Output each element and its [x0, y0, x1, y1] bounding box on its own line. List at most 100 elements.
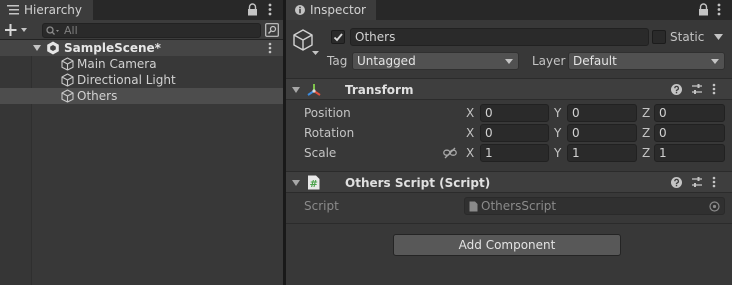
hierarchy-panel: Hierarchy All SampleScene* Main Camera D…: [0, 0, 283, 285]
script-value: OthersScript: [481, 199, 557, 213]
gameobject-cube-icon: [61, 73, 74, 87]
hierarchy-tab-menu-icon[interactable]: [268, 3, 281, 17]
position-y-label: Y: [554, 106, 562, 120]
scale-z-label: Z: [642, 146, 651, 160]
hierarchy-item-label: Main Camera: [77, 57, 157, 71]
unity-scene-icon: [46, 41, 60, 55]
scene-name: SampleScene*: [64, 41, 161, 55]
hierarchy-item-label: Directional Light: [77, 73, 176, 87]
tag-value: Untagged: [357, 54, 416, 68]
rotation-x-field[interactable]: 0: [480, 124, 549, 142]
help-icon[interactable]: [671, 177, 682, 188]
position-z-value: 0: [659, 106, 667, 120]
layer-dropdown[interactable]: Default: [568, 52, 725, 70]
scale-z-value: 1: [659, 146, 667, 160]
position-y-value: 0: [572, 106, 580, 120]
script-component-title: Others Script (Script): [345, 176, 491, 190]
scale-x-value: 1: [485, 146, 493, 160]
position-z-label: Z: [642, 106, 651, 120]
tag-dropdown[interactable]: Untagged: [352, 52, 519, 70]
scale-y-label: Y: [554, 146, 562, 160]
rotation-label: Rotation: [304, 126, 355, 140]
lock-icon[interactable]: [698, 3, 711, 17]
inspector-tab-menu-icon[interactable]: [717, 3, 730, 17]
transform-foldout-arrow-icon[interactable]: [292, 87, 300, 93]
scene-row[interactable]: SampleScene*: [0, 40, 283, 56]
scale-x-label: X: [466, 146, 475, 160]
static-checkbox[interactable]: [652, 30, 666, 44]
scene-search-icon[interactable]: [265, 23, 279, 37]
object-name-value: Others: [355, 30, 396, 44]
hierarchy-item-others[interactable]: Others: [0, 88, 283, 104]
hierarchy-tab[interactable]: Hierarchy: [0, 0, 93, 20]
add-component-button[interactable]: Add Component: [393, 234, 621, 256]
rotation-z-label: Z: [642, 126, 651, 140]
transform-header[interactable]: Transform: [286, 78, 732, 100]
object-name-field[interactable]: Others: [350, 28, 649, 46]
chevron-down-icon: [711, 59, 719, 64]
transform-title: Transform: [345, 83, 414, 97]
chevron-down-icon: [505, 59, 513, 64]
script-component-header[interactable]: # Others Script (Script): [286, 171, 732, 193]
position-x-label: X: [466, 106, 475, 120]
inspector-tab-label: Inspector: [310, 3, 366, 17]
inspector-tab[interactable]: Inspector: [286, 0, 376, 20]
rotation-z-value: 0: [659, 126, 667, 140]
rotation-y-label: Y: [554, 126, 562, 140]
add-component-label: Add Component: [458, 238, 556, 252]
position-y-field[interactable]: 0: [567, 104, 637, 122]
static-dropdown-arrow-icon[interactable]: [714, 34, 723, 40]
preset-icon[interactable]: [691, 176, 703, 188]
position-x-value: 0: [485, 106, 493, 120]
script-label: Script: [304, 199, 339, 213]
rotation-x-label: X: [466, 126, 475, 140]
scale-x-field[interactable]: 1: [480, 144, 549, 162]
script-object-field[interactable]: OthersScript: [464, 197, 725, 215]
static-label: Static: [670, 30, 705, 44]
section-divider: [286, 223, 732, 224]
inspector-panel: Inspector Others Static Tag Untagged Lay…: [286, 0, 732, 285]
hierarchy-search-input[interactable]: All: [42, 23, 261, 38]
preset-icon[interactable]: [691, 83, 703, 95]
scale-label: Scale: [304, 146, 337, 160]
scale-y-value: 1: [572, 146, 580, 160]
gameobject-icon[interactable]: [292, 28, 320, 56]
rotation-y-field[interactable]: 0: [567, 124, 637, 142]
layer-value: Default: [573, 54, 617, 68]
object-picker-icon[interactable]: [709, 201, 720, 212]
script-foldout-arrow-icon[interactable]: [292, 180, 300, 186]
rotation-z-field[interactable]: 0: [654, 124, 725, 142]
scene-foldout-arrow-icon[interactable]: [33, 44, 42, 52]
scale-y-field[interactable]: 1: [567, 144, 637, 162]
layer-label: Layer: [532, 54, 566, 68]
scale-z-field[interactable]: 1: [654, 144, 725, 162]
search-icon: [46, 25, 60, 36]
transform-icon: [306, 82, 322, 98]
search-placeholder: All: [64, 24, 78, 37]
active-checkbox[interactable]: [331, 30, 345, 44]
position-x-field[interactable]: 0: [480, 104, 549, 122]
position-z-field[interactable]: 0: [654, 104, 725, 122]
hierarchy-item-directional-light[interactable]: Directional Light: [0, 72, 283, 88]
add-object-button[interactable]: [5, 23, 31, 37]
gameobject-cube-icon: [61, 57, 74, 71]
constrain-proportions-link-icon[interactable]: [443, 147, 457, 159]
component-menu-icon[interactable]: [712, 83, 716, 95]
svg-text:#: #: [310, 179, 318, 190]
list-icon: [7, 5, 19, 15]
rotation-x-value: 0: [485, 126, 493, 140]
component-menu-icon[interactable]: [712, 176, 716, 188]
lock-icon[interactable]: [247, 3, 260, 17]
gameobject-cube-icon: [61, 89, 74, 103]
rotation-y-value: 0: [572, 126, 580, 140]
position-label: Position: [304, 106, 351, 120]
hierarchy-tab-label: Hierarchy: [24, 3, 83, 17]
help-icon[interactable]: [671, 84, 682, 95]
csharp-script-icon: #: [307, 175, 320, 190]
tag-label: Tag: [327, 54, 348, 68]
hierarchy-item-main-camera[interactable]: Main Camera: [0, 56, 283, 72]
info-icon: [295, 5, 305, 15]
hierarchy-item-label: Others: [77, 89, 118, 103]
script-file-icon: [469, 201, 478, 212]
scene-menu-icon[interactable]: [268, 42, 272, 54]
